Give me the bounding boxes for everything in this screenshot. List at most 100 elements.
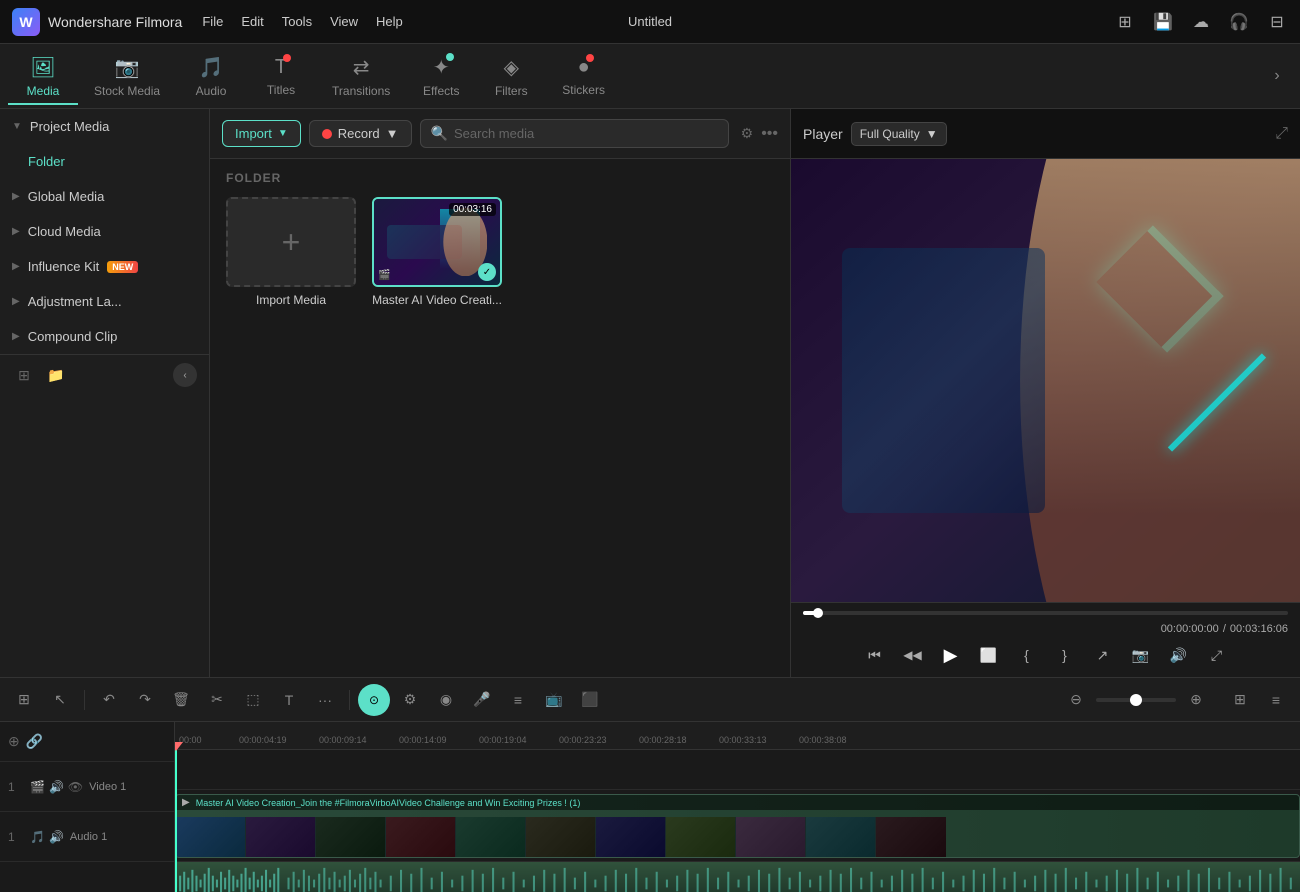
marker-button[interactable]: ◉ [430,684,462,716]
panel-bottom-toolbar: ⊞ 📁 ‹ [0,354,209,395]
sidebar-item-cloud-media[interactable]: ▶ Cloud Media [0,214,209,249]
cloud-upload-icon[interactable]: ☁ [1190,11,1212,33]
import-button[interactable]: Import ▼ [222,120,301,147]
sidebar-item-folder[interactable]: Folder [0,144,209,179]
undo-button[interactable]: ↶ [93,684,125,716]
record-button[interactable]: Record ▼ [309,120,412,147]
sidebar-item-global-media[interactable]: ▶ Global Media [0,179,209,214]
crop-button[interactable]: ⬚ [237,684,269,716]
tab-effects[interactable]: ✦ Effects [406,49,476,104]
add-track-button[interactable]: ⊞ [8,684,40,716]
voiceover-button[interactable]: 🎤 [466,684,498,716]
send-to-timeline-button[interactable]: ↗ [1089,641,1117,669]
menu-edit[interactable]: Edit [241,14,263,29]
list-item[interactable]: 00:03:16 ✓ 🎬 Master AI Video Creati... [372,197,502,307]
mark-in-button[interactable]: { [1013,641,1041,669]
folder-icon[interactable]: 📁 [44,363,68,387]
play-button[interactable]: ▶ [937,641,965,669]
tab-titles[interactable]: T Titles [246,50,316,103]
top-right-actions: ⊞ 💾 ☁ 🎧 ⊟ [1114,11,1288,33]
zoom-slider[interactable] [1096,698,1176,702]
delete-button[interactable]: 🗑 [165,684,197,716]
tab-filters[interactable]: ◈ Filters [476,49,546,104]
nav-more-button[interactable]: › [1262,61,1292,91]
zoom-handle[interactable] [1130,694,1142,706]
frame-back-button[interactable]: ◀◀ [899,641,927,669]
top-bar: W Wondershare Filmora File Edit Tools Vi… [0,0,1300,44]
titles-tab-icon: T [275,56,287,79]
screen-record-button[interactable]: 📺 [538,684,570,716]
play-icon: ▶ [182,797,190,808]
tab-audio[interactable]: 🎵 Audio [176,49,246,104]
video-track[interactable]: ▶ Master AI Video Creation_Join the #Fil… [175,790,1300,862]
mark-out-button[interactable]: } [1051,641,1079,669]
add-folder-icon[interactable]: ⊞ [12,363,36,387]
more-options-icon[interactable]: ••• [761,125,778,143]
sidebar-item-compound-clip[interactable]: ▶ Compound Clip [0,319,209,354]
headphone-icon[interactable]: 🎧 [1228,11,1250,33]
audio-track[interactable] [175,862,1300,892]
filters-tab-icon: ◈ [504,55,519,80]
menu-file[interactable]: File [202,14,223,29]
subtitle-button[interactable]: ≡ [502,684,534,716]
playhead[interactable] [175,750,177,892]
collapse-panel-button[interactable]: ‹ [173,363,197,387]
video-clip[interactable]: ▶ Master AI Video Creation_Join the #Fil… [175,794,1300,858]
list-view-button[interactable]: ≡ [1260,684,1292,716]
menu-tools[interactable]: Tools [282,14,312,29]
select-tool-button[interactable]: ↖ [44,684,76,716]
menu-help[interactable]: Help [376,14,403,29]
black-clip-button[interactable]: ⬛ [574,684,606,716]
eye-track-icon[interactable]: 👁 [68,780,83,794]
add-video-track-icon[interactable]: ⊕ [8,733,20,750]
sidebar-item-influence-kit[interactable]: ▶ Influence Kit NEW [0,249,209,284]
zoom-out-button[interactable]: ⊖ [1060,684,1092,716]
transitions-tab-icon: ⇄ [353,55,370,80]
tab-stickers[interactable]: ● Stickers [546,50,621,103]
filter-icon[interactable]: ⚙ [741,125,754,142]
video-thumb[interactable]: 00:03:16 ✓ 🎬 [372,197,502,287]
more-tools-button[interactable]: ··· [309,684,341,716]
audio-volume-icon[interactable]: 🔊 [49,830,64,844]
menu-bar: File Edit Tools View Help [202,14,402,29]
volume-button[interactable]: 🔊 [1165,641,1193,669]
current-time: 00:00:00:00 [1161,623,1219,635]
split-button[interactable]: ✂ [201,684,233,716]
zoom-in-button[interactable]: ⊕ [1180,684,1212,716]
sidebar-item-adjustment-layer[interactable]: ▶ Adjustment La... [0,284,209,319]
player-timeline-bar[interactable] [803,611,1288,615]
record-button[interactable]: ⊙ [358,684,390,716]
timeline-handle[interactable] [813,608,823,618]
snapshot-button[interactable]: 📷 [1127,641,1155,669]
text-button[interactable]: T [273,684,305,716]
media-grid: + Import Media 00:03:16 ✓ [226,197,774,307]
track-icons: 🎬 🔊 👁 [30,780,83,794]
thumbnail-strip [176,817,1299,857]
settings-button[interactable]: ⚙ [394,684,426,716]
redo-button[interactable]: ↷ [129,684,161,716]
quality-select[interactable]: Full Quality ▼ [851,122,947,146]
search-box[interactable]: 🔍 [420,119,729,148]
effects-tab-icon: ✦ [433,55,450,80]
import-dropdown-arrow: ▼ [278,128,288,139]
skip-back-button[interactable]: ⏮ [861,641,889,669]
tab-stock-media[interactable]: 📷 Stock Media [78,49,176,104]
tab-media[interactable]: 🖼 Media [8,49,78,104]
save-icon[interactable]: 💾 [1152,11,1174,33]
screen-layout-icon[interactable]: ⊞ [1114,11,1136,33]
import-placeholder-thumb[interactable]: + [226,197,356,287]
stop-button[interactable]: ⬜ [975,641,1003,669]
list-item[interactable]: + Import Media [226,197,356,307]
add-track-link-icon[interactable]: 🔗 [26,733,43,750]
fullscreen-button[interactable]: ⤢ [1203,641,1231,669]
menu-view[interactable]: View [330,14,358,29]
expand-player-icon[interactable]: ⤢ [1275,125,1288,143]
tab-transitions[interactable]: ⇄ Transitions [316,49,406,104]
layout-toggle-icon[interactable]: ⊟ [1266,11,1288,33]
grid-view-button[interactable]: ⊞ [1224,684,1256,716]
volume-track-icon[interactable]: 🔊 [49,780,64,794]
sidebar-item-project-media[interactable]: ▼ Project Media [0,109,209,144]
plus-icon: + [282,224,301,261]
track-labels: ⊕ 🔗 1 🎬 🔊 👁 Video 1 1 🎵 🔊 [0,722,175,892]
search-input[interactable] [454,126,718,141]
